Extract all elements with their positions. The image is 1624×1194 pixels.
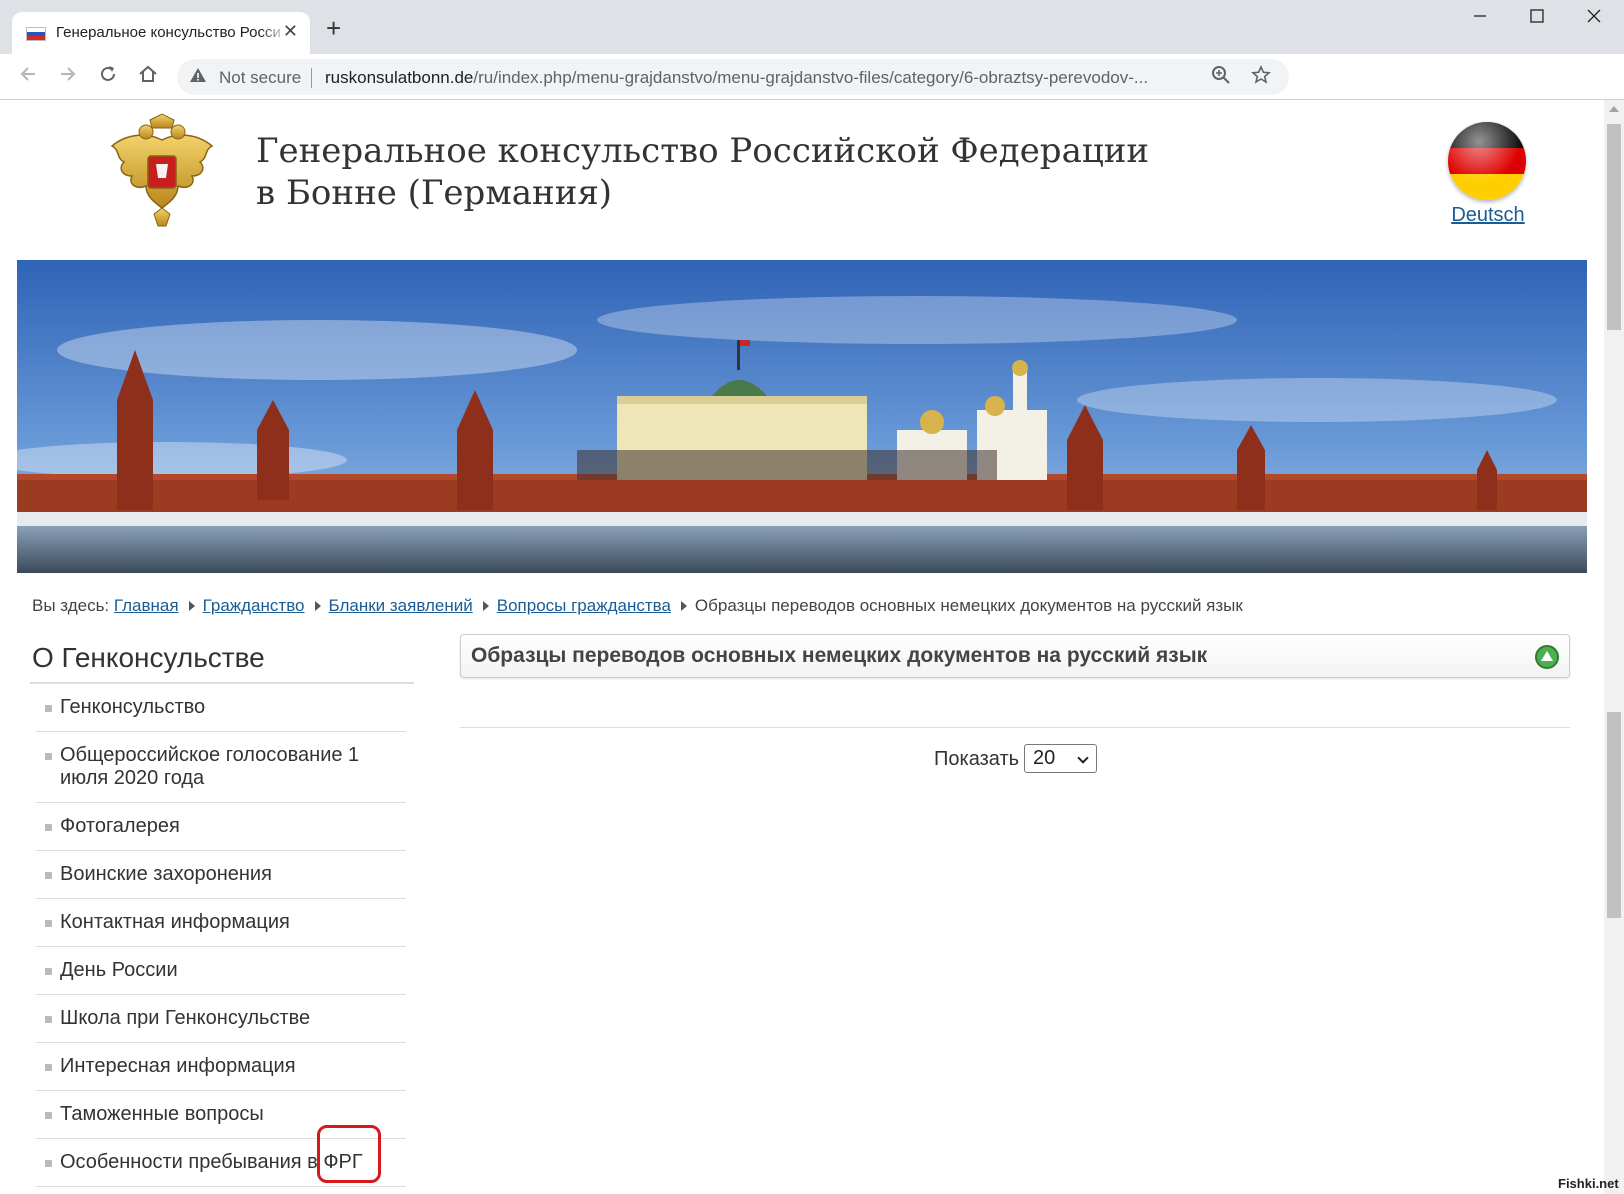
bookmark-star-icon[interactable] (1251, 65, 1271, 91)
show-count-select[interactable]: 20 (1024, 744, 1097, 773)
red-highlight-annotation (317, 1125, 381, 1183)
sidebar-item-photogallery[interactable]: Фотогалерея (36, 803, 406, 851)
scroll-thumb[interactable] (1607, 124, 1621, 330)
reload-icon[interactable] (94, 63, 122, 91)
site-title-line-2: в Бонне (Германия) (256, 173, 613, 213)
separator (311, 68, 312, 88)
sidebar-title: О Генконсульстве (32, 642, 265, 673)
zoom-icon[interactable] (1211, 65, 1231, 91)
language-link-deutsch[interactable]: Deutsch (1448, 204, 1528, 227)
sidebar-item-interesting-info[interactable]: Интересная информация (36, 1043, 406, 1091)
back-icon[interactable] (14, 63, 42, 91)
forward-icon[interactable] (54, 63, 82, 91)
category-title: Образцы переводов основных немецких доку… (471, 644, 1208, 667)
breadcrumb-arrow-icon (482, 601, 489, 611)
address-bar[interactable]: Not secure ruskonsulatbonn.de/ru/index.p… (177, 59, 1289, 95)
browser-tab-bar: Генеральное консульство Росси ✕ + (0, 0, 1624, 54)
kremlin-banner-image (17, 260, 1587, 573)
watermark: Fishki.net (1558, 1176, 1619, 1191)
breadcrumb: Вы здесь: Главная Гражданство Бланки заявл… (32, 596, 1243, 616)
scroll-thumb[interactable] (1607, 712, 1621, 918)
show-count-value: 20 (1033, 747, 1056, 769)
url-host: ruskonsulatbonn.de (325, 68, 474, 87)
breadcrumb-arrow-icon (314, 601, 321, 611)
tab-close-icon[interactable]: ✕ (283, 21, 298, 41)
chevron-down-icon (1077, 752, 1089, 764)
breadcrumb-link-forms[interactable]: Бланки заявлений (329, 596, 473, 615)
web-page: Генеральное консульство Российской Федер… (0, 100, 1604, 1194)
germany-flag-icon[interactable] (1448, 122, 1526, 200)
breadcrumb-current: Образцы переводов основных немецких доку… (694, 596, 1243, 615)
up-arrow-icon[interactable] (1535, 645, 1559, 669)
site-title-line-1: Генеральное консульство Российской Федер… (256, 131, 1150, 171)
sidebar-item-voting[interactable]: Общероссийское голосование 1 июля 2020 г… (36, 732, 406, 803)
browser-tab[interactable]: Генеральное консульство Росси ✕ (12, 12, 310, 54)
page-scrollbar[interactable] (1604, 100, 1624, 1194)
sidebar-item-consulate[interactable]: Генконсульство (36, 684, 406, 732)
breadcrumb-arrow-icon (188, 601, 195, 611)
minimize-icon[interactable] (1460, 8, 1500, 32)
breadcrumb-link-citizenship[interactable]: Гражданство (203, 596, 305, 615)
site-title: Генеральное консульство Российской Федер… (256, 130, 1149, 214)
url-path: /ru/index.php/menu-grajdanstvo/menu-graj… (473, 68, 1149, 87)
browser-toolbar: Not secure ruskonsulatbonn.de/ru/index.p… (0, 54, 1624, 100)
show-count-label: Показать (934, 748, 1020, 770)
new-tab-button[interactable]: + (326, 15, 341, 41)
url-text[interactable]: ruskonsulatbonn.de/ru/index.php/menu-gra… (325, 68, 1205, 88)
sidebar-item-school[interactable]: Школа при Генконсульстве (36, 995, 406, 1043)
sidebar-menu: Генконсульство Общероссийское голосовани… (36, 684, 406, 1187)
maximize-icon[interactable] (1517, 8, 1557, 32)
breadcrumb-prefix: Вы здесь: (32, 596, 110, 615)
sidebar-item-contacts[interactable]: Контактная информация (36, 899, 406, 947)
breadcrumb-arrow-icon (680, 601, 687, 611)
breadcrumb-link-home[interactable]: Главная (114, 596, 179, 615)
breadcrumb-link-citizenship-questions[interactable]: Вопросы гражданства (497, 596, 671, 615)
russia-flag-favicon (26, 27, 46, 41)
sidebar-item-war-graves[interactable]: Воинские захоронения (36, 851, 406, 899)
tab-title: Генеральное консульство Росси (56, 24, 281, 41)
russian-coat-of-arms-icon (110, 113, 214, 227)
content-divider (460, 727, 1570, 728)
close-window-icon[interactable] (1574, 8, 1614, 32)
scroll-up-icon[interactable] (1609, 106, 1619, 112)
home-icon[interactable] (134, 63, 162, 91)
warning-icon[interactable] (189, 66, 207, 89)
security-label[interactable]: Not secure (219, 68, 301, 88)
sidebar-item-russia-day[interactable]: День России (36, 947, 406, 995)
category-header: Образцы переводов основных немецких доку… (460, 634, 1570, 678)
